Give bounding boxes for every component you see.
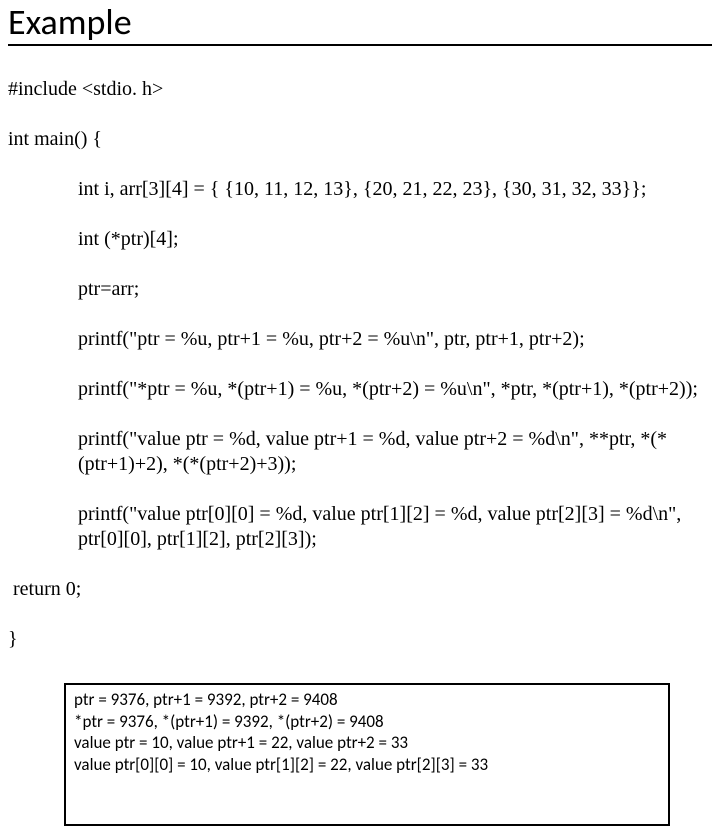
code-line: printf("ptr = %u, ptr+1 = %u, ptr+2 = %u… [8,327,712,352]
code-line: int (*ptr)[4]; [8,227,712,252]
output-line: ptr = 9376, ptr+1 = 9392, ptr+2 = 9408 [74,689,660,711]
code-line: printf("value ptr[0][0] = %d, value ptr[… [8,502,712,552]
code-line: ptr=arr; [8,277,712,302]
code-line: printf("*ptr = %u, *(ptr+1) = %u, *(ptr+… [8,377,712,402]
slide-title: Example [8,4,712,46]
code-line: #include <stdio. h> [8,77,712,102]
code-block: #include <stdio. h> int main() { int i, … [8,52,712,677]
code-line: } [8,627,712,652]
output-box: ptr = 9376, ptr+1 = 9392, ptr+2 = 9408 *… [64,683,670,826]
output-line: value ptr[0][0] = 10, value ptr[1][2] = … [74,754,660,776]
code-line: int main() { [8,127,712,152]
code-line: int i, arr[3][4] = { {10, 11, 12, 13}, {… [8,177,712,202]
output-line: value ptr = 10, value ptr+1 = 22, value … [74,732,660,754]
output-line: *ptr = 9376, *(ptr+1) = 9392, *(ptr+2) =… [74,711,660,733]
code-line: printf("value ptr = %d, value ptr+1 = %d… [8,427,712,477]
code-line: return 0; [8,577,712,602]
